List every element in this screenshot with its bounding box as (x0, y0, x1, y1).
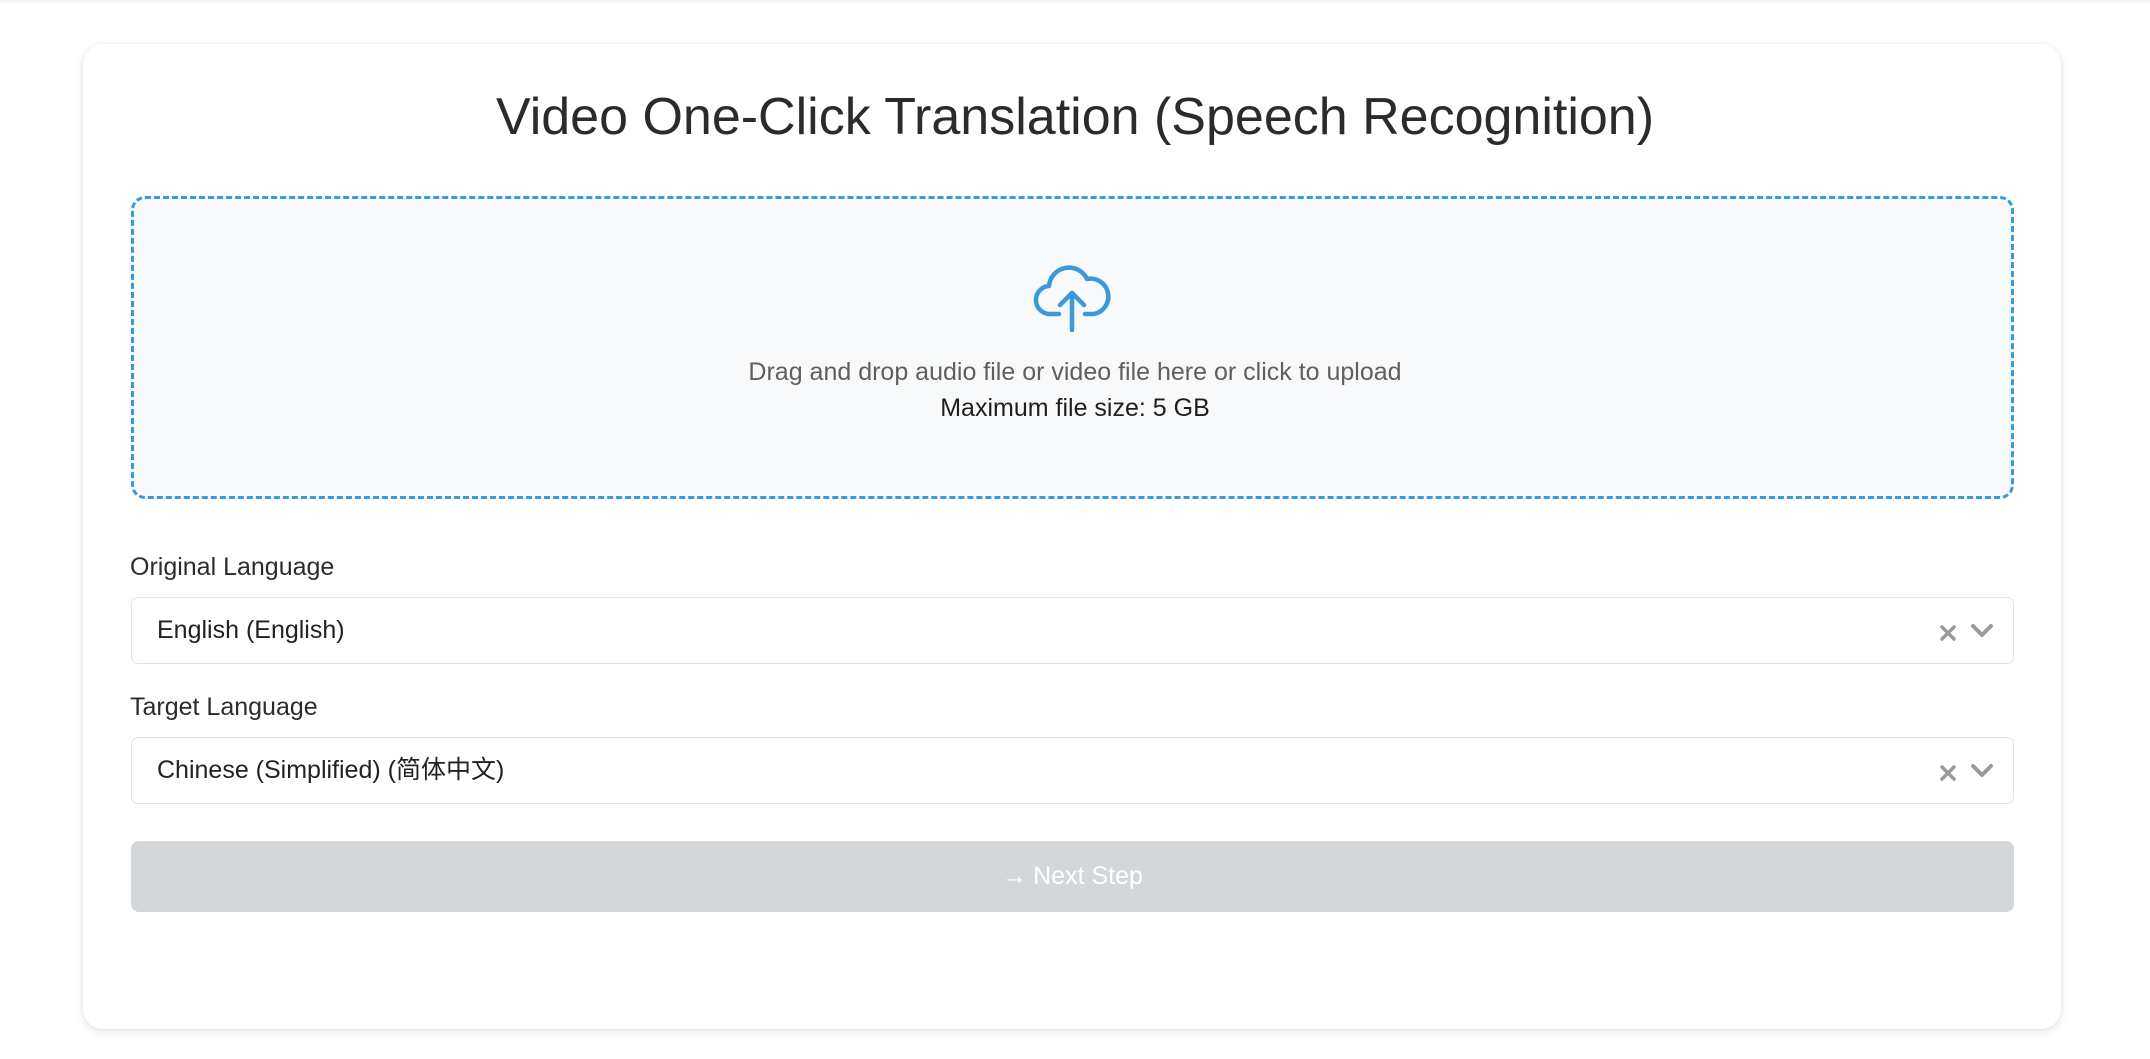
target-language-label: Target Language (130, 693, 318, 721)
clear-icon[interactable] (1937, 760, 1959, 782)
chevron-down-icon[interactable] (1969, 759, 1995, 783)
cloud-upload-icon (1033, 265, 1111, 332)
target-language-value: Chinese (Simplified) (简体中文) (157, 756, 505, 784)
original-language-value: English (English) (157, 616, 345, 644)
clear-icon[interactable] (1937, 620, 1959, 642)
next-step-label: Next Step (1033, 862, 1143, 890)
file-dropzone[interactable] (131, 196, 2014, 499)
target-language-select[interactable]: Chinese (Simplified) (简体中文) (131, 737, 2014, 804)
next-step-button[interactable]: → Next Step (131, 841, 2014, 912)
original-language-select[interactable]: English (English) (131, 597, 2014, 664)
upload-instruction: Drag and drop audio file or video file h… (748, 358, 1402, 386)
page-title: Video One-Click Translation (Speech Reco… (495, 88, 1655, 146)
max-file-size: Maximum file size: 5 GB (940, 394, 1210, 422)
chevron-down-icon[interactable] (1969, 619, 1995, 643)
original-language-label: Original Language (130, 553, 335, 581)
top-divider (0, 0, 2150, 4)
arrow-right-icon: → (1002, 862, 1028, 890)
